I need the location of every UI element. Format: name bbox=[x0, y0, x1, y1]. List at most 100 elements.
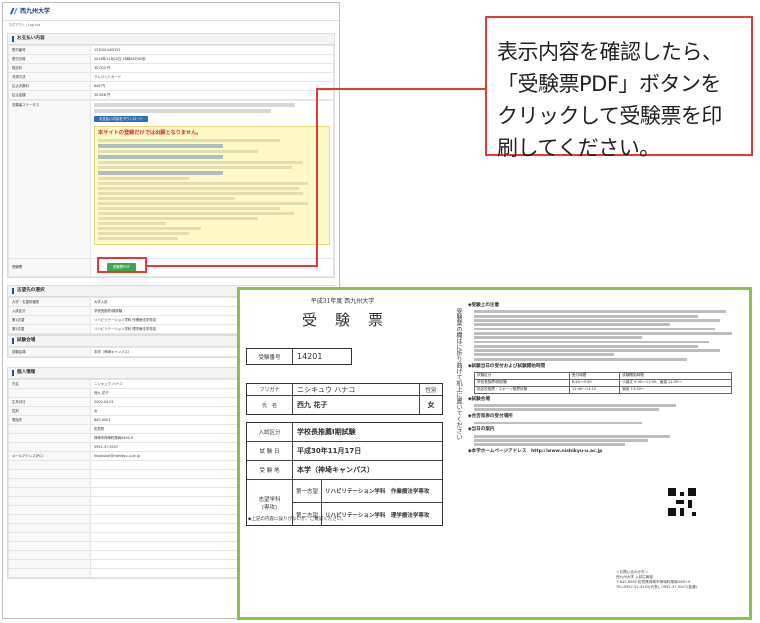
callout-text: 表示内容を確認したら、 「受験票PDF」ボタンを クリックして受験票を印 刷して… bbox=[497, 40, 723, 160]
site-header: 西九州大学 bbox=[3, 3, 339, 21]
category-label: 入試区分 bbox=[247, 423, 293, 441]
contact-info: ＜お問い合わせ先＞ 西九州大学 入試広報部 〒842-8585 佐賀県神埼市神埼… bbox=[616, 570, 697, 589]
name-label: 氏 名 bbox=[247, 396, 293, 414]
section-title: 個人情報 bbox=[17, 370, 36, 376]
row-label bbox=[8, 568, 91, 578]
row-label bbox=[8, 487, 91, 497]
exam-venue: 本学（神埼キャンパス） bbox=[297, 466, 374, 474]
row-label: 第1志望 bbox=[8, 315, 91, 325]
section-title: お支払い内容 bbox=[17, 36, 45, 42]
row-value: 648 円 bbox=[90, 81, 334, 91]
gender-label: 性別 bbox=[425, 387, 437, 394]
callout-connector bbox=[316, 88, 486, 90]
qr-code-icon bbox=[668, 488, 696, 516]
row-label bbox=[8, 424, 91, 434]
status-label: 志願者ステータス bbox=[8, 100, 91, 259]
breadcrumb[interactable]: ログアウト | Log out bbox=[9, 23, 40, 27]
row-label: 受付番号 bbox=[8, 45, 91, 55]
furigana-label: フリガナ bbox=[247, 384, 293, 395]
schedule-table: 試験区分 受付時間 試験開始時間 学校長推薦I期試験 8:40～9:30 小論文 9:3… bbox=[474, 371, 732, 394]
table-cell: 学校長推薦I期試験 bbox=[474, 378, 570, 387]
guide-heading: ◆受験上の注意 bbox=[468, 303, 500, 308]
row-label: 払込金額 bbox=[8, 90, 91, 100]
table-cell: 試験区分 bbox=[474, 371, 570, 380]
row-label: 生年月日 bbox=[8, 397, 91, 407]
instruction-callout: 表示内容を確認したら、 「受験票PDF」ボタンを クリックして受験票を印 刷して… bbox=[485, 16, 753, 160]
row-label: 入試区分 bbox=[8, 306, 91, 316]
row-label bbox=[8, 559, 91, 569]
table-row: 払込金額 30,648 円 bbox=[8, 90, 334, 100]
row-value: クレジットカード bbox=[90, 72, 334, 82]
ticket-title: 受験票 bbox=[301, 311, 401, 329]
first-preference: リハビリテーション学科 作業療法学専攻 bbox=[321, 480, 432, 502]
exam-date: 平成30年11月17日 bbox=[297, 447, 362, 455]
row-label bbox=[8, 496, 91, 506]
button-highlight bbox=[97, 257, 147, 273]
exam-category: 学校長推薦I期試験 bbox=[297, 428, 356, 436]
payment-table: 受付番号 1230014#5151 受付日時 2018年11月12日 18時04分00… bbox=[8, 45, 334, 100]
table-row: 学校長推薦I期試験 8:40～9:30 小論文 9:30～11:00、面接 11:2… bbox=[474, 378, 732, 387]
row-label: 大学・志望校種別 bbox=[8, 297, 91, 307]
ticket-university: 平成31年度 西九州大学 bbox=[310, 298, 375, 305]
exam-guide: ◆受験上の注意 ◆試験当日の受付および試験開始時間 試験区分 受付時間 試験開始時間… bbox=[468, 300, 748, 615]
callout-connector bbox=[316, 88, 318, 267]
row-label: 氏名 bbox=[8, 379, 91, 389]
exam-ticket-pdf: 平成31年度 西九州大学 受験票 受験番号 14201 フリガナ ニシキュウ ハ… bbox=[237, 287, 752, 620]
row-label: 性別 bbox=[8, 406, 91, 416]
table-cell: 受付時間 bbox=[568, 371, 621, 380]
row-value: 1230014#5151 bbox=[90, 45, 334, 55]
table-row: 受付番号 1230014#5151 bbox=[8, 45, 334, 55]
applicant-name: 西九 花子 bbox=[293, 396, 420, 414]
download-payment-button[interactable]: お支払い内容をダウンロード bbox=[94, 116, 149, 123]
furigana: ニシキュウ ハナコ bbox=[293, 384, 420, 395]
row-label: メールアドレス(PC) bbox=[8, 451, 91, 461]
guide-heading: ◆本学ホームページアドレス http://www.nishikyu-u.ac.j… bbox=[468, 449, 603, 455]
row-label: 電話先 bbox=[8, 415, 91, 425]
guide-heading: ◆試験当日の受付および試験開始時間 bbox=[468, 363, 546, 369]
row-value: 2018年11月12日 18時04分00秒 bbox=[90, 54, 334, 64]
site-name: 西九州大学 bbox=[20, 7, 51, 15]
exam-number-label: 受験番号 bbox=[247, 349, 293, 364]
row-label bbox=[8, 442, 91, 452]
guide-heading: ◆当日の案内 bbox=[468, 427, 495, 433]
notice-link[interactable] bbox=[98, 171, 224, 175]
table-row: 検定料 30,000 円 bbox=[8, 63, 334, 73]
table-row: 試験区分 受付時間 試験開始時間 bbox=[474, 371, 732, 380]
university-logo-icon bbox=[9, 7, 18, 15]
row-label bbox=[8, 388, 91, 398]
row-label: 決済方法 bbox=[8, 72, 91, 82]
row-label: 検定料 bbox=[8, 63, 91, 73]
table-row: 受付日時 2018年11月12日 18時04分00秒 bbox=[8, 54, 334, 64]
payment-section: お支払い内容 受付番号 1230014#5151 受付日時 2018年11月12日 1… bbox=[7, 33, 335, 278]
notice-link[interactable] bbox=[98, 144, 224, 148]
guide-heading: ◆試験会場 bbox=[468, 396, 490, 402]
ticket-label: 受験票 bbox=[8, 258, 91, 277]
row-label: 試験会場 bbox=[8, 347, 91, 357]
row-label bbox=[8, 541, 91, 551]
pref1-label: 第一志望 bbox=[296, 489, 319, 495]
notice-link[interactable] bbox=[98, 155, 224, 159]
row-label bbox=[8, 478, 91, 488]
table-row: 指定校推薦・スポーツ推薦試験 12:40～13:10 面接 13:30～ bbox=[474, 385, 732, 394]
table-cell: 8:40～9:30 bbox=[568, 378, 621, 387]
row-label: 受付日時 bbox=[8, 54, 91, 64]
second-preference: リハビリテーション学科 理学療法学専攻 bbox=[321, 503, 432, 526]
table-cell: 12:40～13:10 bbox=[568, 385, 621, 394]
table-cell: 試験開始時間 bbox=[619, 371, 732, 380]
callout-connector bbox=[147, 265, 317, 267]
notice-warning: 本サイトの登録だけでは出願となりません。 bbox=[98, 130, 202, 137]
row-value: 30,648 円 bbox=[90, 90, 334, 100]
guide-heading: ◆合否発表の受付場所 bbox=[468, 414, 513, 420]
row-label bbox=[8, 469, 91, 479]
exam-ticket: 平成31年度 西九州大学 受験票 受験番号 14201 フリガナ ニシキュウ ハ… bbox=[240, 290, 445, 617]
section-title: 志望先の選択 bbox=[17, 288, 45, 294]
table-row: 払込手数料 648 円 bbox=[8, 81, 334, 91]
date-label: 試 験 日 bbox=[247, 442, 293, 460]
row-label bbox=[8, 514, 91, 524]
table-row: 決済方法 クレジットカード bbox=[8, 72, 334, 82]
row-label bbox=[8, 505, 91, 515]
table-cell: 面接 13:30～ bbox=[619, 385, 732, 394]
row-label bbox=[8, 460, 91, 470]
notice-box: 本サイトの登録だけでは出願となりません。 bbox=[94, 126, 330, 246]
row-label: 第2志望 bbox=[8, 324, 91, 334]
